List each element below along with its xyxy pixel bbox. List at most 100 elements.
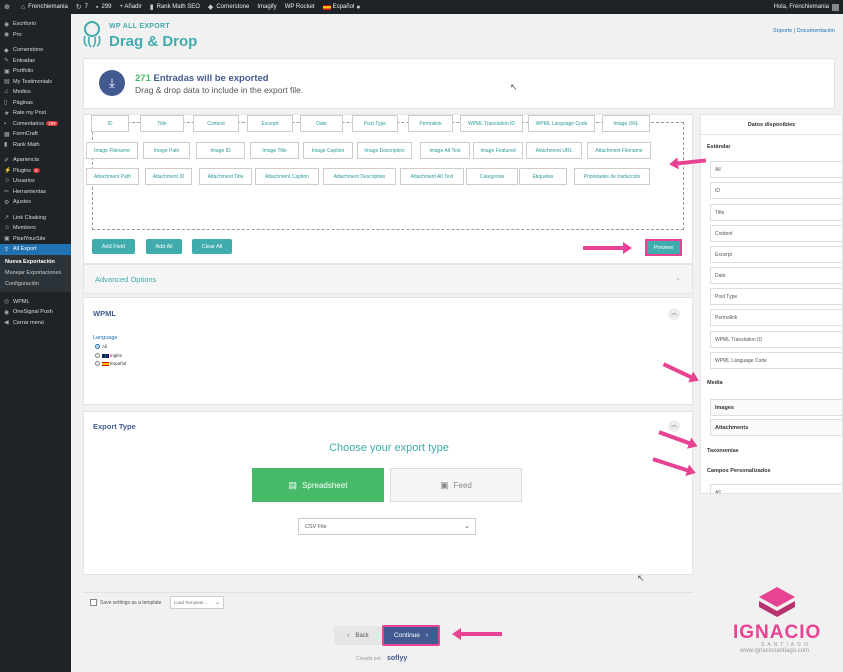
submenu-manejar-exportaciones[interactable]: Manejar Exportaciones: [0, 268, 71, 279]
section-media[interactable]: Media: [707, 380, 723, 386]
media-attachments-group[interactable]: Attachments: [710, 419, 842, 436]
sidebar-item-formcraft[interactable]: ▦ FormCraft: [0, 129, 71, 140]
available-field-item[interactable]: All: [710, 161, 842, 178]
field-chip[interactable]: Title: [140, 115, 184, 132]
sidebar-item-pixelyoursite[interactable]: ▣ PixelYourSite: [0, 234, 71, 245]
sidebar-item-herramientas[interactable]: ✂ Herramientas: [0, 187, 71, 198]
field-chip[interactable]: Image Alt Text: [420, 142, 470, 159]
field-chip[interactable]: Attachment Alt Text: [400, 168, 464, 185]
sidebar-item-escritorio[interactable]: ◉ Escritorio: [0, 19, 71, 30]
add-all-button[interactable]: Add All: [146, 239, 182, 254]
file-format-select[interactable]: CSV File ⌄: [298, 518, 476, 535]
field-chip[interactable]: Categorías: [466, 168, 518, 185]
add-field-button[interactable]: Add Field: [92, 239, 135, 254]
available-field-item[interactable]: WPML Language Code: [710, 352, 842, 369]
field-chip[interactable]: Image Title: [250, 142, 299, 159]
feed-option-button[interactable]: ▣ Feed: [390, 468, 522, 502]
field-chip[interactable]: Prioridades de traducción: [574, 168, 650, 185]
language-option-all[interactable]: All: [95, 344, 107, 349]
section-custom-fields[interactable]: Campos Personalizados: [707, 468, 771, 474]
radio[interactable]: [95, 361, 100, 366]
field-chip[interactable]: WPML Translation ID: [460, 115, 523, 132]
field-chip[interactable]: Permalink: [408, 115, 453, 132]
field-chip[interactable]: Attachment ID: [145, 168, 192, 185]
sidebar-item-pro[interactable]: ◉ Pro: [0, 30, 71, 41]
sidebar-item-link-cloaking[interactable]: ↗ Link Cloaking: [0, 213, 71, 224]
radio[interactable]: [95, 353, 100, 358]
media-images-group[interactable]: Images: [710, 399, 842, 416]
available-field-item[interactable]: All: [710, 484, 842, 493]
radio-selected[interactable]: [95, 344, 100, 349]
field-chip[interactable]: Post Type: [352, 115, 398, 132]
sidebar-item-portfolio[interactable]: ▣ Portfolio: [0, 66, 71, 77]
section-taxonomies[interactable]: Taxonomías: [707, 448, 739, 454]
submenu-nueva-exportacion[interactable]: Nueva Exportación: [0, 257, 71, 268]
collapse-chevron-icon[interactable]: ︿: [668, 308, 680, 320]
language-option-ingles[interactable]: Inglés: [95, 353, 122, 358]
admin-bar-site[interactable]: ⌂ Frenchiemania: [21, 4, 68, 11]
field-chip[interactable]: Image Path: [143, 142, 190, 159]
available-field-item[interactable]: Title: [710, 204, 842, 221]
continue-button[interactable]: Continue ›: [382, 625, 440, 646]
admin-bar-wprocket[interactable]: WP Rocket: [285, 4, 315, 10]
back-button[interactable]: ‹ Back: [334, 626, 382, 645]
sidebar-item-all-export[interactable]: ⇪ All Export: [0, 244, 71, 255]
admin-bar-updates[interactable]: ↻ 7: [76, 3, 88, 11]
wp-logo-icon[interactable]: ⊕: [4, 3, 13, 11]
field-chip[interactable]: Attachment Title: [199, 168, 252, 185]
field-chip[interactable]: Image Filename: [86, 142, 138, 159]
admin-bar-rankmath[interactable]: ▮ Rank Math SEO: [150, 3, 200, 11]
field-chip[interactable]: Content: [193, 115, 239, 132]
sidebar-item-rate-my-post[interactable]: ★ Rate my Post: [0, 108, 71, 119]
sidebar-collapse[interactable]: ◀ Cerrar menú: [0, 318, 71, 329]
load-template-select[interactable]: Load Template... ⌄: [170, 596, 224, 609]
sidebar-item-usuarios[interactable]: ☺ Usuarios: [0, 176, 71, 187]
admin-bar-comments[interactable]: ▪ 299: [96, 4, 112, 11]
available-field-item[interactable]: Permalink: [710, 309, 842, 326]
spreadsheet-option-button[interactable]: ▤ Spreadsheet: [252, 468, 384, 502]
sidebar-item-comentarios[interactable]: ▪ Comentarios 299: [0, 119, 71, 130]
available-field-item[interactable]: Excerpt: [710, 246, 842, 263]
available-field-item[interactable]: Post Type: [710, 288, 842, 305]
admin-bar-add-new[interactable]: + Añadir: [120, 4, 142, 10]
field-chip[interactable]: Image Description: [357, 142, 412, 159]
admin-bar-cornerstone[interactable]: ◆ Cornerstone: [208, 3, 249, 11]
field-chip[interactable]: Attachment Filename: [587, 142, 651, 159]
field-chip[interactable]: WPML Language Code: [528, 115, 595, 132]
available-field-item[interactable]: ID: [710, 182, 842, 199]
field-chip[interactable]: Image ID: [196, 142, 245, 159]
collapse-chevron-icon[interactable]: ︿: [668, 420, 680, 432]
section-standard[interactable]: Estándar: [707, 144, 731, 150]
sidebar-item-paginas[interactable]: ▯ Páginas: [0, 98, 71, 109]
language-option-espanol[interactable]: Español: [95, 361, 126, 366]
sidebar-item-members[interactable]: ☺ Members: [0, 223, 71, 234]
field-chip[interactable]: Attachment Caption: [255, 168, 319, 185]
admin-bar-language[interactable]: Español ●: [322, 4, 364, 11]
field-chip[interactable]: Attachment Description: [323, 168, 396, 185]
sidebar-item-testimonials[interactable]: ▤ My Testimonials: [0, 77, 71, 88]
field-chip[interactable]: Image Caption: [303, 142, 353, 159]
available-field-item[interactable]: WPML Translation ID: [710, 331, 842, 348]
admin-bar-account[interactable]: Hola, Frenchiemania: [774, 0, 839, 14]
field-chip[interactable]: Excerpt: [247, 115, 293, 132]
admin-bar-imagify[interactable]: Imagify: [257, 4, 276, 10]
sidebar-item-ajustes[interactable]: ⚙ Ajustes: [0, 197, 71, 208]
field-chip[interactable]: Attachment URL: [526, 142, 582, 159]
available-field-item[interactable]: Content: [710, 225, 842, 242]
field-chip[interactable]: Image Featured: [473, 142, 523, 159]
sidebar-item-wpml[interactable]: ◎ WPML: [0, 297, 71, 308]
sidebar-item-apariencia[interactable]: ✐ Apariencia: [0, 155, 71, 166]
preview-button[interactable]: Preview: [645, 239, 682, 256]
sidebar-item-plugins[interactable]: ⚡ Plugins 6: [0, 166, 71, 177]
field-chip[interactable]: Date: [300, 115, 343, 132]
field-chip[interactable]: Image URL: [602, 115, 650, 132]
support-links[interactable]: Soporte | Documentación: [773, 28, 835, 34]
sidebar-item-cornerstone[interactable]: ◆ Cornerstone: [0, 45, 71, 56]
field-chip[interactable]: Etiquetas: [519, 168, 567, 185]
sidebar-item-medios[interactable]: ♫ Medios: [0, 87, 71, 98]
sidebar-item-entradas[interactable]: ✎ Entradas: [0, 56, 71, 67]
advanced-options-section[interactable]: Advanced Options ⌄: [83, 264, 693, 294]
field-chip[interactable]: ID: [91, 115, 129, 132]
submenu-configuracion[interactable]: Configuración: [0, 279, 71, 290]
sidebar-item-rank-math[interactable]: ▮ Rank Math: [0, 140, 71, 151]
